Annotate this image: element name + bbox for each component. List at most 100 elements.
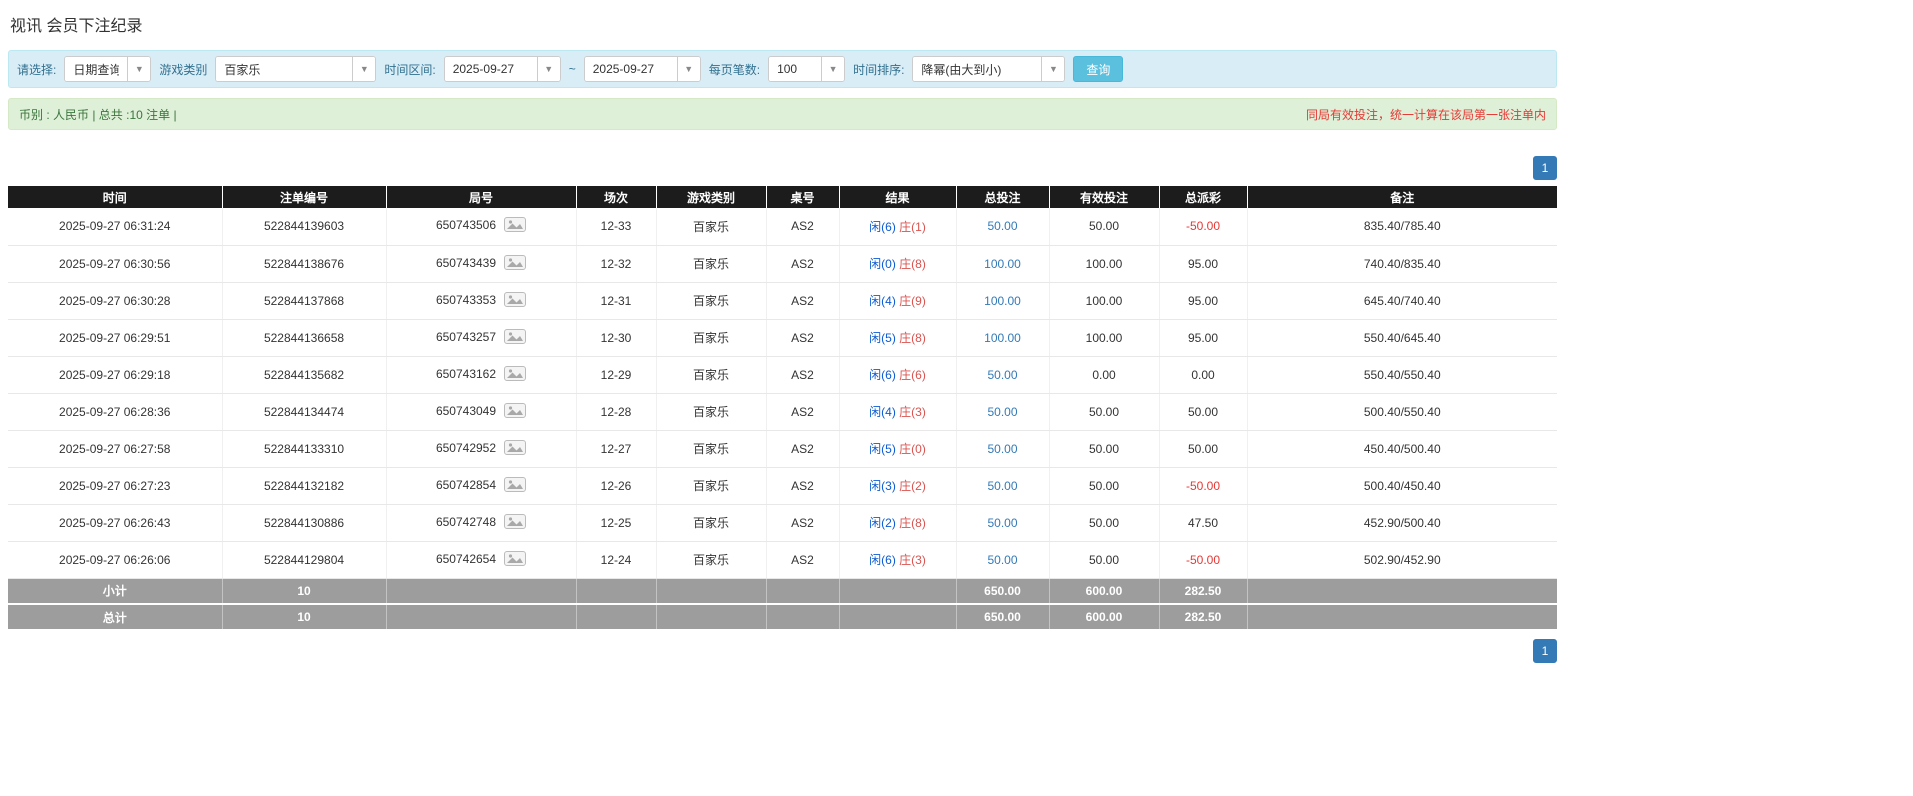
cell-table-no: AS2 xyxy=(766,467,839,504)
total-bet-link[interactable]: 100.00 xyxy=(984,331,1021,345)
total-payout: 282.50 xyxy=(1159,604,1247,630)
cell-round-no: 650743162 xyxy=(386,356,576,393)
select-type-input[interactable] xyxy=(65,57,127,81)
total-bet-link[interactable]: 100.00 xyxy=(984,294,1021,308)
cell-bet-no: 522844132182 xyxy=(222,467,386,504)
cell-valid-bet: 100.00 xyxy=(1049,282,1159,319)
round-result-image-icon[interactable] xyxy=(504,514,526,532)
select-type-label: 请选择: xyxy=(17,61,56,78)
result-player: 闲(4) xyxy=(869,405,896,419)
round-no-text: 650742854 xyxy=(436,478,496,492)
cell-session: 12-26 xyxy=(576,467,656,504)
round-result-image-icon[interactable] xyxy=(504,217,526,235)
total-bet-link[interactable]: 50.00 xyxy=(987,219,1017,233)
column-header-bet-no: 注单编号 xyxy=(222,186,386,208)
chevron-down-icon[interactable]: ▼ xyxy=(352,57,375,81)
game-type-input[interactable] xyxy=(216,57,352,81)
total-bet-link[interactable]: 50.00 xyxy=(987,479,1017,493)
cell-result: 闲(3) 庄(2) xyxy=(839,467,956,504)
total-valid-bet: 600.00 xyxy=(1049,604,1159,630)
date-from-input[interactable] xyxy=(445,57,537,81)
cell-time: 2025-09-27 06:29:51 xyxy=(8,319,222,356)
time-sort-input[interactable] xyxy=(913,57,1041,81)
cell-game-type: 百家乐 xyxy=(656,245,766,282)
round-result-image-icon[interactable] xyxy=(504,403,526,421)
chevron-down-icon[interactable]: ▼ xyxy=(1041,57,1064,81)
round-result-image-icon[interactable] xyxy=(504,551,526,569)
chevron-down-icon[interactable]: ▼ xyxy=(677,57,700,81)
search-button[interactable]: 查询 xyxy=(1073,56,1123,82)
total-bet-link[interactable]: 50.00 xyxy=(987,368,1017,382)
round-result-image-icon[interactable] xyxy=(504,366,526,384)
cell-round-no: 650742952 xyxy=(386,430,576,467)
total-bet-link[interactable]: 50.00 xyxy=(987,516,1017,530)
game-type-dropdown[interactable]: ▼ xyxy=(215,56,376,82)
summary-bar: 币别 : 人民币 | 总共 :10 注单 | 同局有效投注，统一计算在该局第一张… xyxy=(8,98,1557,130)
cell-time: 2025-09-27 06:31:24 xyxy=(8,208,222,245)
cell-bet-no: 522844134474 xyxy=(222,393,386,430)
total-bet-link[interactable]: 50.00 xyxy=(987,442,1017,456)
date-to-picker[interactable]: ▼ xyxy=(584,56,701,82)
cell-time: 2025-09-27 06:26:06 xyxy=(8,541,222,578)
cell-total-bet: 50.00 xyxy=(956,393,1049,430)
cell-valid-bet: 50.00 xyxy=(1049,208,1159,245)
round-result-image-icon[interactable] xyxy=(504,440,526,458)
round-no-text: 650743439 xyxy=(436,256,496,270)
column-header-round-no: 局号 xyxy=(386,186,576,208)
date-from-picker[interactable]: ▼ xyxy=(444,56,561,82)
cell-time: 2025-09-27 06:30:28 xyxy=(8,282,222,319)
page-size-label: 每页笔数: xyxy=(709,61,760,78)
round-no-text: 650742952 xyxy=(436,441,496,455)
time-sort-dropdown[interactable]: ▼ xyxy=(912,56,1065,82)
cell-remark: 452.90/500.40 xyxy=(1247,504,1557,541)
table-row: 2025-09-27 06:29:51 522844136658 6507432… xyxy=(8,319,1557,356)
cell-time: 2025-09-27 06:27:58 xyxy=(8,430,222,467)
cell-total-bet: 50.00 xyxy=(956,541,1049,578)
round-result-image-icon[interactable] xyxy=(504,255,526,273)
cell-total-bet: 50.00 xyxy=(956,504,1049,541)
result-banker: 庄(1) xyxy=(899,220,926,234)
page-size-dropdown[interactable]: ▼ xyxy=(768,56,845,82)
cell-round-no: 650742748 xyxy=(386,504,576,541)
date-to-input[interactable] xyxy=(585,57,677,81)
page-size-input[interactable] xyxy=(769,57,821,81)
cell-valid-bet: 50.00 xyxy=(1049,541,1159,578)
cell-session: 12-25 xyxy=(576,504,656,541)
cell-total-bet: 50.00 xyxy=(956,430,1049,467)
result-banker: 庄(0) xyxy=(899,442,926,456)
result-player: 闲(6) xyxy=(869,368,896,382)
total-bet-link[interactable]: 50.00 xyxy=(987,553,1017,567)
result-player: 闲(6) xyxy=(869,553,896,567)
round-result-image-icon[interactable] xyxy=(504,477,526,495)
cell-payout: 50.00 xyxy=(1159,430,1247,467)
result-banker: 庄(6) xyxy=(899,368,926,382)
total-bet-link[interactable]: 100.00 xyxy=(984,257,1021,271)
cell-session: 12-27 xyxy=(576,430,656,467)
bet-records-table: 时间 注单编号 局号 场次 游戏类别 桌号 结果 总投注 有效投注 总派彩 备注… xyxy=(8,186,1557,631)
page-button-1[interactable]: 1 xyxy=(1533,156,1557,180)
cell-result: 闲(6) 庄(6) xyxy=(839,356,956,393)
cell-game-type: 百家乐 xyxy=(656,504,766,541)
select-type-dropdown[interactable]: ▼ xyxy=(64,56,151,82)
cell-valid-bet: 100.00 xyxy=(1049,245,1159,282)
table-row: 2025-09-27 06:28:36 522844134474 6507430… xyxy=(8,393,1557,430)
chevron-down-icon[interactable]: ▼ xyxy=(821,57,844,81)
cell-table-no: AS2 xyxy=(766,504,839,541)
subtotal-label: 小计 xyxy=(8,578,222,604)
page-container: 视讯 会员下注纪录 请选择: ▼ 游戏类别 ▼ 时间区间: ▼ ~ ▼ 每页笔数… xyxy=(0,0,1557,663)
page-button-1[interactable]: 1 xyxy=(1533,639,1557,663)
result-player: 闲(4) xyxy=(869,294,896,308)
cell-remark: 550.40/550.40 xyxy=(1247,356,1557,393)
pagination-bottom: 1 xyxy=(8,639,1557,663)
chevron-down-icon[interactable]: ▼ xyxy=(537,57,560,81)
round-result-image-icon[interactable] xyxy=(504,292,526,310)
total-bet-link[interactable]: 50.00 xyxy=(987,405,1017,419)
round-result-image-icon[interactable] xyxy=(504,329,526,347)
round-no-text: 650743162 xyxy=(436,367,496,381)
cell-bet-no: 522844133310 xyxy=(222,430,386,467)
cell-valid-bet: 50.00 xyxy=(1049,504,1159,541)
cell-round-no: 650743353 xyxy=(386,282,576,319)
cell-table-no: AS2 xyxy=(766,208,839,245)
chevron-down-icon[interactable]: ▼ xyxy=(127,57,150,81)
column-header-table-no: 桌号 xyxy=(766,186,839,208)
